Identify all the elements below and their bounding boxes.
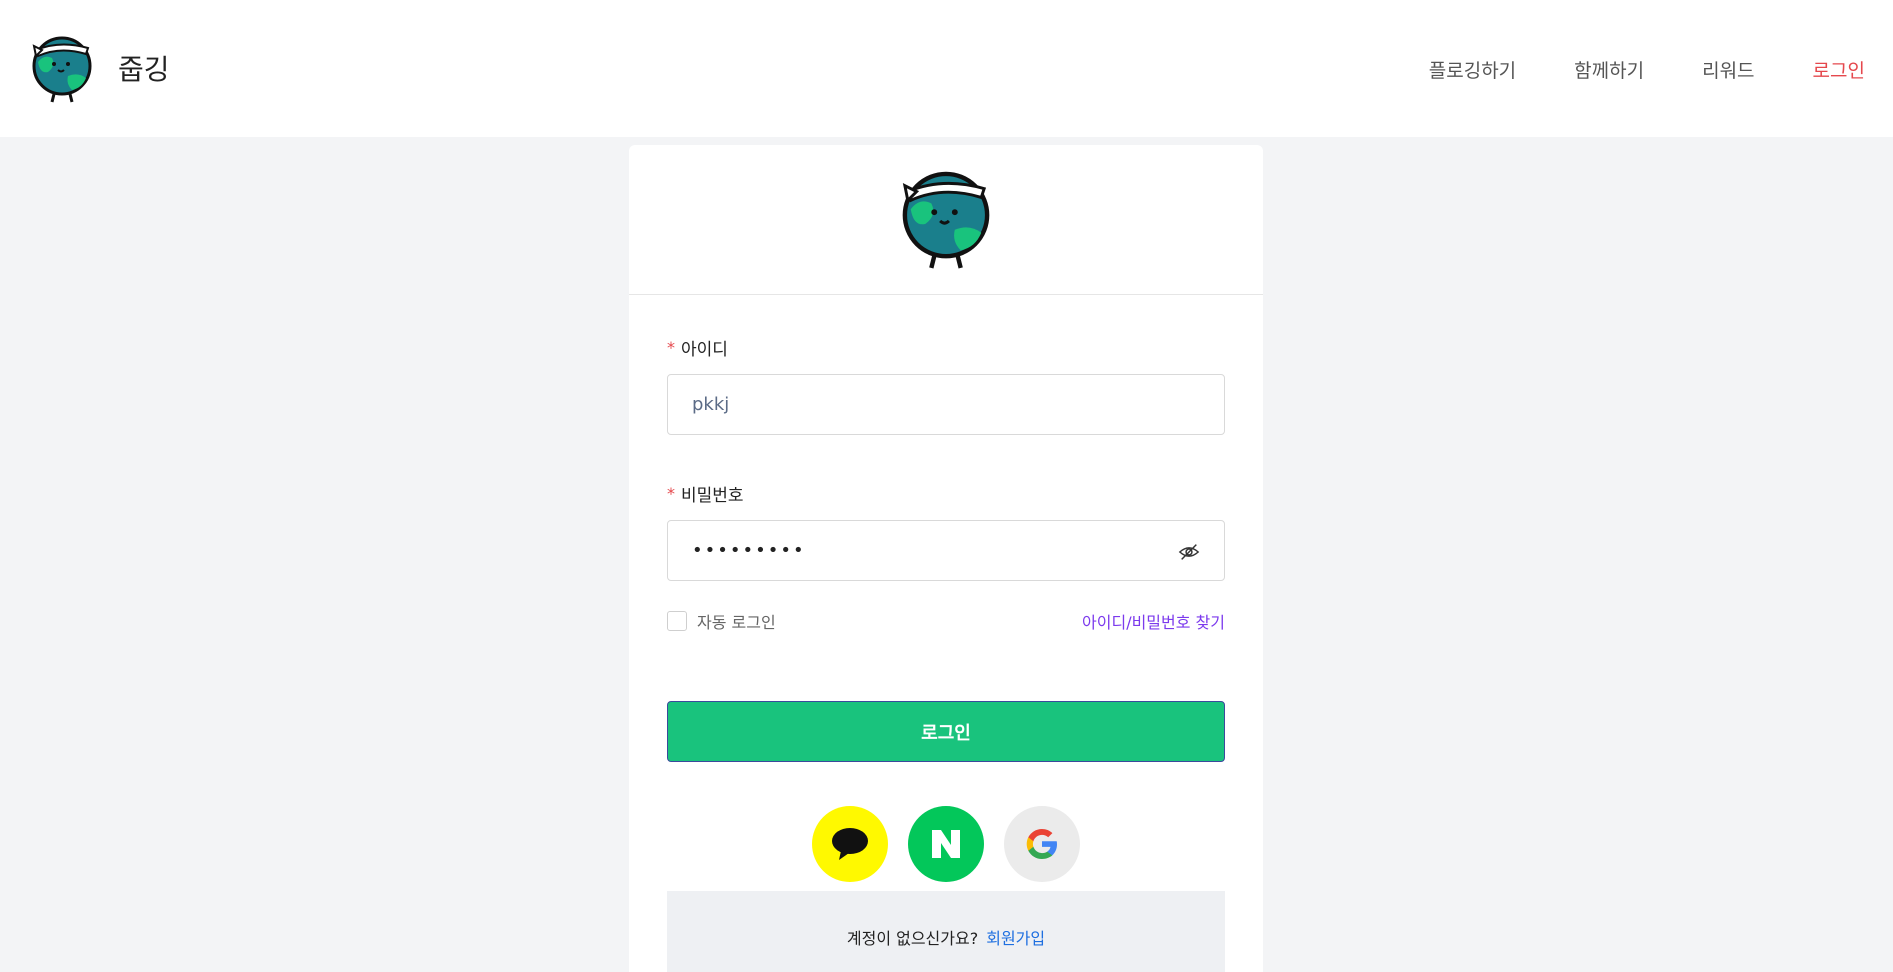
find-account-link[interactable]: 아이디/비밀번호 찾기 — [1082, 609, 1225, 633]
required-mark: * — [667, 484, 675, 503]
nav-item-together[interactable]: 함께하기 — [1574, 56, 1644, 83]
social-login-group — [667, 806, 1225, 882]
id-input[interactable] — [692, 394, 1200, 415]
login-button[interactable]: 로그인 — [667, 701, 1225, 762]
eye-off-icon[interactable] — [1178, 541, 1200, 563]
nav-item-reward[interactable]: 리워드 — [1702, 56, 1754, 83]
google-login-button[interactable] — [1004, 806, 1080, 882]
auto-login-checkbox[interactable] — [667, 611, 687, 631]
password-input[interactable] — [692, 540, 1200, 561]
main-nav: 플로깅하기 함께하기 리워드 로그인 — [1371, 56, 1865, 83]
login-form: * 아이디 * 비밀번호 자동 로그인 아이디/비밀번호 찾기 — [667, 335, 1225, 882]
nav-item-plogging[interactable]: 플로깅하기 — [1429, 56, 1516, 83]
card-logo-area — [629, 145, 1263, 295]
password-label-text: 비밀번호 — [681, 486, 744, 506]
nav-item-login[interactable]: 로그인 — [1813, 56, 1865, 83]
login-card: * 아이디 * 비밀번호 자동 로그인 아이디/비밀번호 찾기 — [629, 145, 1263, 972]
naver-n-icon — [932, 830, 960, 858]
auto-login-label: 자동 로그인 — [697, 613, 776, 632]
password-label: * 비밀번호 — [667, 481, 1225, 506]
login-options-row: 자동 로그인 아이디/비밀번호 찾기 — [667, 609, 1225, 633]
signup-link[interactable]: 회원가입 — [986, 925, 1045, 972]
kakao-speech-bubble-icon — [832, 828, 868, 860]
auto-login[interactable]: 자동 로그인 — [667, 609, 776, 633]
id-label-text: 아이디 — [681, 340, 728, 360]
signup-prompt: 계정이 없으신가요? — [846, 929, 979, 948]
id-label: * 아이디 — [667, 335, 1225, 360]
brand[interactable]: 줍깅 — [30, 32, 170, 104]
signup-box: 계정이 없으신가요? 회원가입 — [667, 891, 1225, 972]
top-header: 줍깅 플로깅하기 함께하기 리워드 로그인 — [0, 0, 1893, 137]
kakao-login-button[interactable] — [812, 806, 888, 882]
password-field-box — [667, 520, 1225, 581]
google-g-icon — [1026, 829, 1057, 859]
earth-mascot-icon — [902, 171, 990, 268]
earth-mascot-icon — [32, 36, 92, 103]
required-mark: * — [667, 338, 675, 357]
id-field-box — [667, 374, 1225, 435]
naver-login-button[interactable] — [908, 806, 984, 882]
brand-name: 줍깅 — [118, 53, 170, 86]
